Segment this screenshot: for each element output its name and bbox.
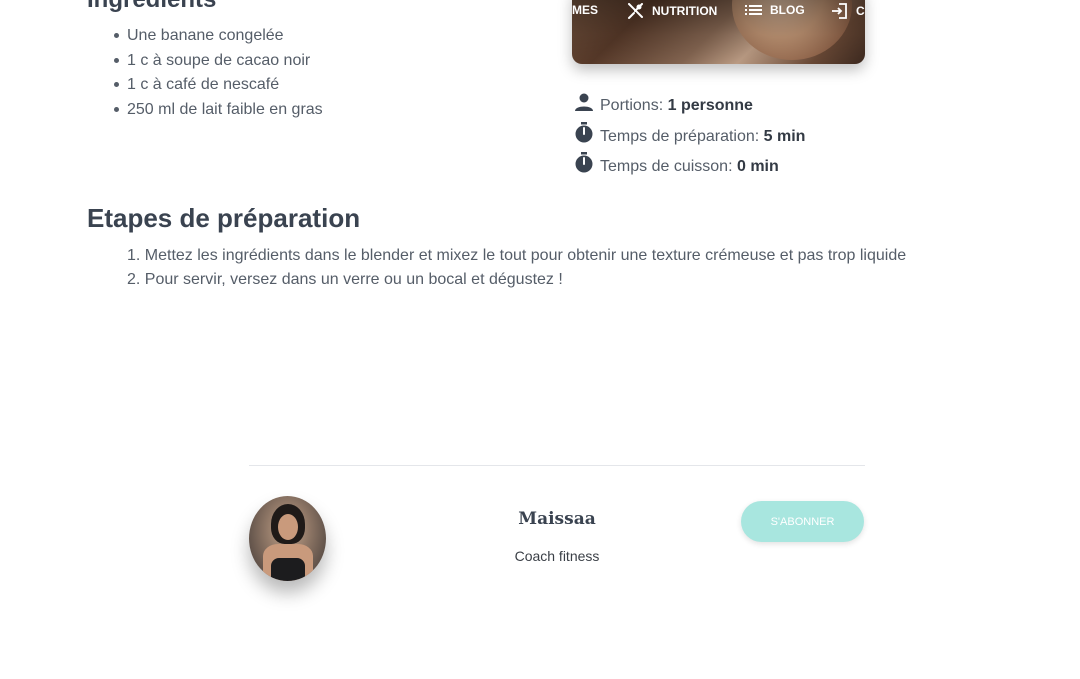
steps-list: 1. Mettez les ingrédients dans le blende… <box>127 246 906 294</box>
cook-time-value: 0 min <box>736 158 779 175</box>
nav-item-label: BLOG <box>770 3 805 17</box>
top-navigation: MES NUTRITION BLOG C <box>572 0 865 22</box>
portions-value: 1 personne <box>667 97 753 114</box>
prep-time-label: Temps de préparation: <box>600 127 760 145</box>
nav-item-connexion[interactable]: C <box>831 3 865 19</box>
ingredients-list: Une banane congelée 1 c à soupe de cacao… <box>114 25 323 124</box>
ingredient-item: 1 c à café de nescafé <box>114 74 323 99</box>
cook-time-label: Temps de cuisson: <box>600 158 733 175</box>
author-role: Coach fitness <box>514 548 600 564</box>
prep-time-value: 5 min <box>763 127 806 145</box>
step-item: 2. Pour servir, versez dans un verre ou … <box>127 271 563 288</box>
portions-label: Portions: <box>600 97 664 114</box>
prep-time-row: Temps de préparation: 5 min <box>573 121 806 153</box>
recipe-page: Ingrédients Une banane congelée 1 c à so… <box>0 0 1080 679</box>
ingredient-item: 250 ml de lait faible en gras <box>114 99 323 124</box>
nav-item-blog[interactable]: BLOG <box>745 3 805 17</box>
nav-item-label: NUTRITION <box>652 4 718 18</box>
divider <box>249 465 865 466</box>
ingredient-item: 1 c à soupe de cacao noir <box>114 50 323 75</box>
step-item: 1. Mettez les ingrédients dans le blende… <box>127 247 907 264</box>
steps-title: Etapes de préparation <box>87 203 361 233</box>
subscribe-button[interactable]: S'ABONNER <box>741 501 864 542</box>
stopwatch-icon <box>573 121 595 144</box>
list-icon <box>745 5 762 15</box>
fork-knife-icon <box>628 3 643 19</box>
nav-item-label: MES <box>572 3 599 17</box>
recipe-meta: Portions: 1 personne Temps de préparatio… <box>573 91 805 183</box>
nav-item-programmes[interactable]: MES <box>572 3 598 17</box>
ingredient-item: Une banane congelée <box>114 25 323 50</box>
cook-time-row: Temps de cuisson: 0 min <box>573 152 805 183</box>
portions-row: Portions: 1 personne <box>573 91 805 122</box>
nav-item-nutrition[interactable]: NUTRITION <box>627 3 717 19</box>
author-name: Maissaa <box>518 509 596 529</box>
stopwatch-icon <box>573 152 595 174</box>
ingredients-title: Ingrédients <box>87 0 216 14</box>
nav-item-label: C <box>856 4 865 18</box>
person-icon <box>573 91 595 113</box>
login-icon <box>832 3 847 19</box>
